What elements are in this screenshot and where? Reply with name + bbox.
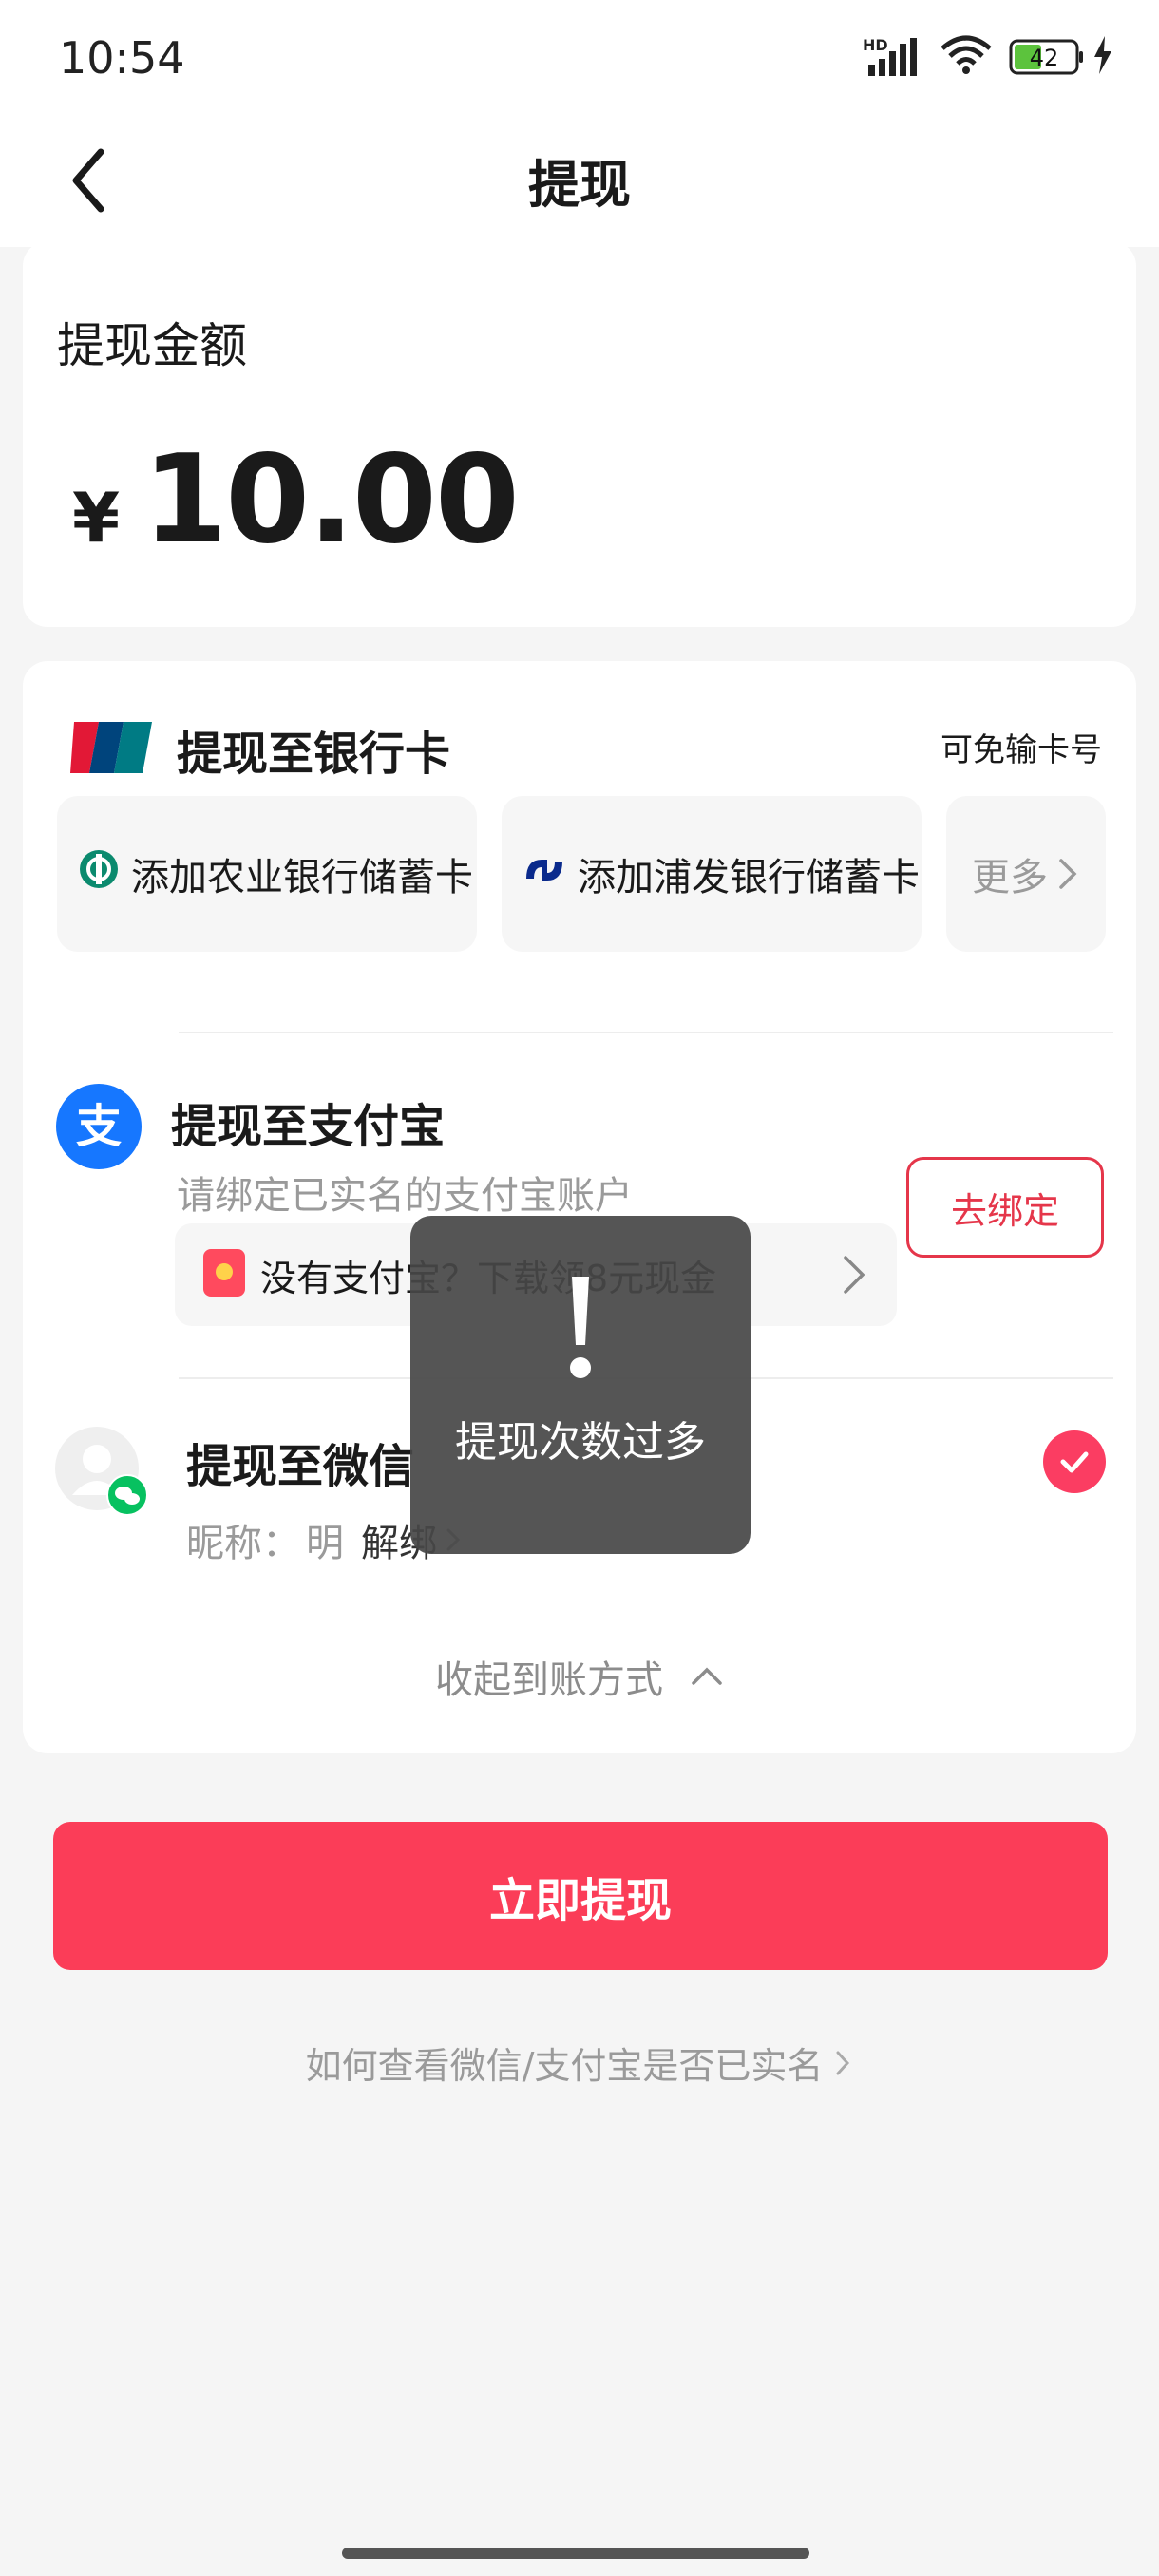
currency-symbol: ¥ [72,478,121,558]
status-bar: 10:54 HD 42 [0,0,1159,114]
page-title: 提现 [528,155,631,215]
bank-option-label: 添加浦发银行储蓄卡 [578,856,920,900]
amount-card: 提现金额 ¥ 10.00 [23,241,1136,627]
alipay-section-title: 提现至支付宝 [171,1100,446,1153]
amount-value: 10.00 [142,429,520,571]
wechat-avatar [55,1427,148,1520]
nickname-label: 昵称： [186,1522,300,1565]
add-spdb-card-button[interactable]: 添加浦发银行储蓄卡 [502,796,922,952]
nickname-value: 明 [306,1522,344,1565]
collapse-methods-toggle[interactable]: 收起到账方式 [23,1649,1136,1704]
wechat-section-title: 提现至微信 [186,1440,415,1493]
more-banks-label: 更多 [972,856,1048,900]
realname-help-link[interactable]: 如何查看微信/支付宝是否已实名 [0,2036,1159,2089]
status-time: 10:54 [59,32,185,84]
wechat-selected-check[interactable] [1043,1430,1106,1493]
help-link-label: 如何查看微信/支付宝是否已实名 [305,2045,824,2087]
battery-level: 42 [1029,45,1059,71]
add-abc-card-button[interactable]: 添加农业银行储蓄卡 [57,796,477,952]
chevron-right-icon [844,1256,865,1294]
bank-section-header: 提现至银行卡 [66,716,450,783]
charging-icon [1092,36,1113,78]
exclamation-icon [570,1277,591,1378]
error-toast: 提现次数过多 [410,1216,750,1554]
alipay-section-header: 支 提现至支付宝 [55,1083,445,1174]
bind-alipay-button[interactable]: 去绑定 [906,1157,1104,1258]
battery-icon: 42 [1009,39,1085,75]
svg-text:支: 支 [76,1100,122,1153]
chevron-up-icon [692,1667,722,1685]
status-icons: HD 42 [863,35,1113,79]
no-card-number-note: 可免输卡号 [940,731,1102,769]
bank-option-label: 添加农业银行储蓄卡 [131,856,473,900]
unionpay-icon [66,718,154,781]
checkmark-icon [1060,1451,1089,1473]
red-packet-icon [201,1247,247,1302]
alipay-subtitle: 请绑定已实名的支付宝账户 [177,1174,633,1218]
amount-row: ¥ 10.00 [72,429,520,571]
abc-bank-icon [78,848,120,900]
spdb-bank-icon [522,852,566,896]
signal-icon: HD [863,36,920,78]
collapse-label: 收起到账方式 [435,1658,663,1702]
nav-bar: 提现 [0,114,1159,247]
more-banks-button[interactable]: 更多 [946,796,1106,952]
alipay-icon: 支 [55,1083,142,1174]
bank-section-title: 提现至银行卡 [177,728,451,781]
chevron-right-icon [836,2051,850,2074]
wifi-icon [940,35,992,79]
home-indicator[interactable] [342,2548,809,2559]
amount-label: 提现金额 [57,318,247,373]
wechat-icon [106,1474,148,1520]
payout-methods-card: 提现至银行卡 可免输卡号 添加农业银行储蓄卡 添加浦发银行储蓄卡 更多 支 提现… [23,661,1136,1753]
toast-message: 提现次数过多 [455,1418,706,1467]
divider [179,1032,1113,1033]
chevron-right-icon [1059,859,1077,889]
withdraw-now-button[interactable]: 立即提现 [53,1822,1108,1970]
